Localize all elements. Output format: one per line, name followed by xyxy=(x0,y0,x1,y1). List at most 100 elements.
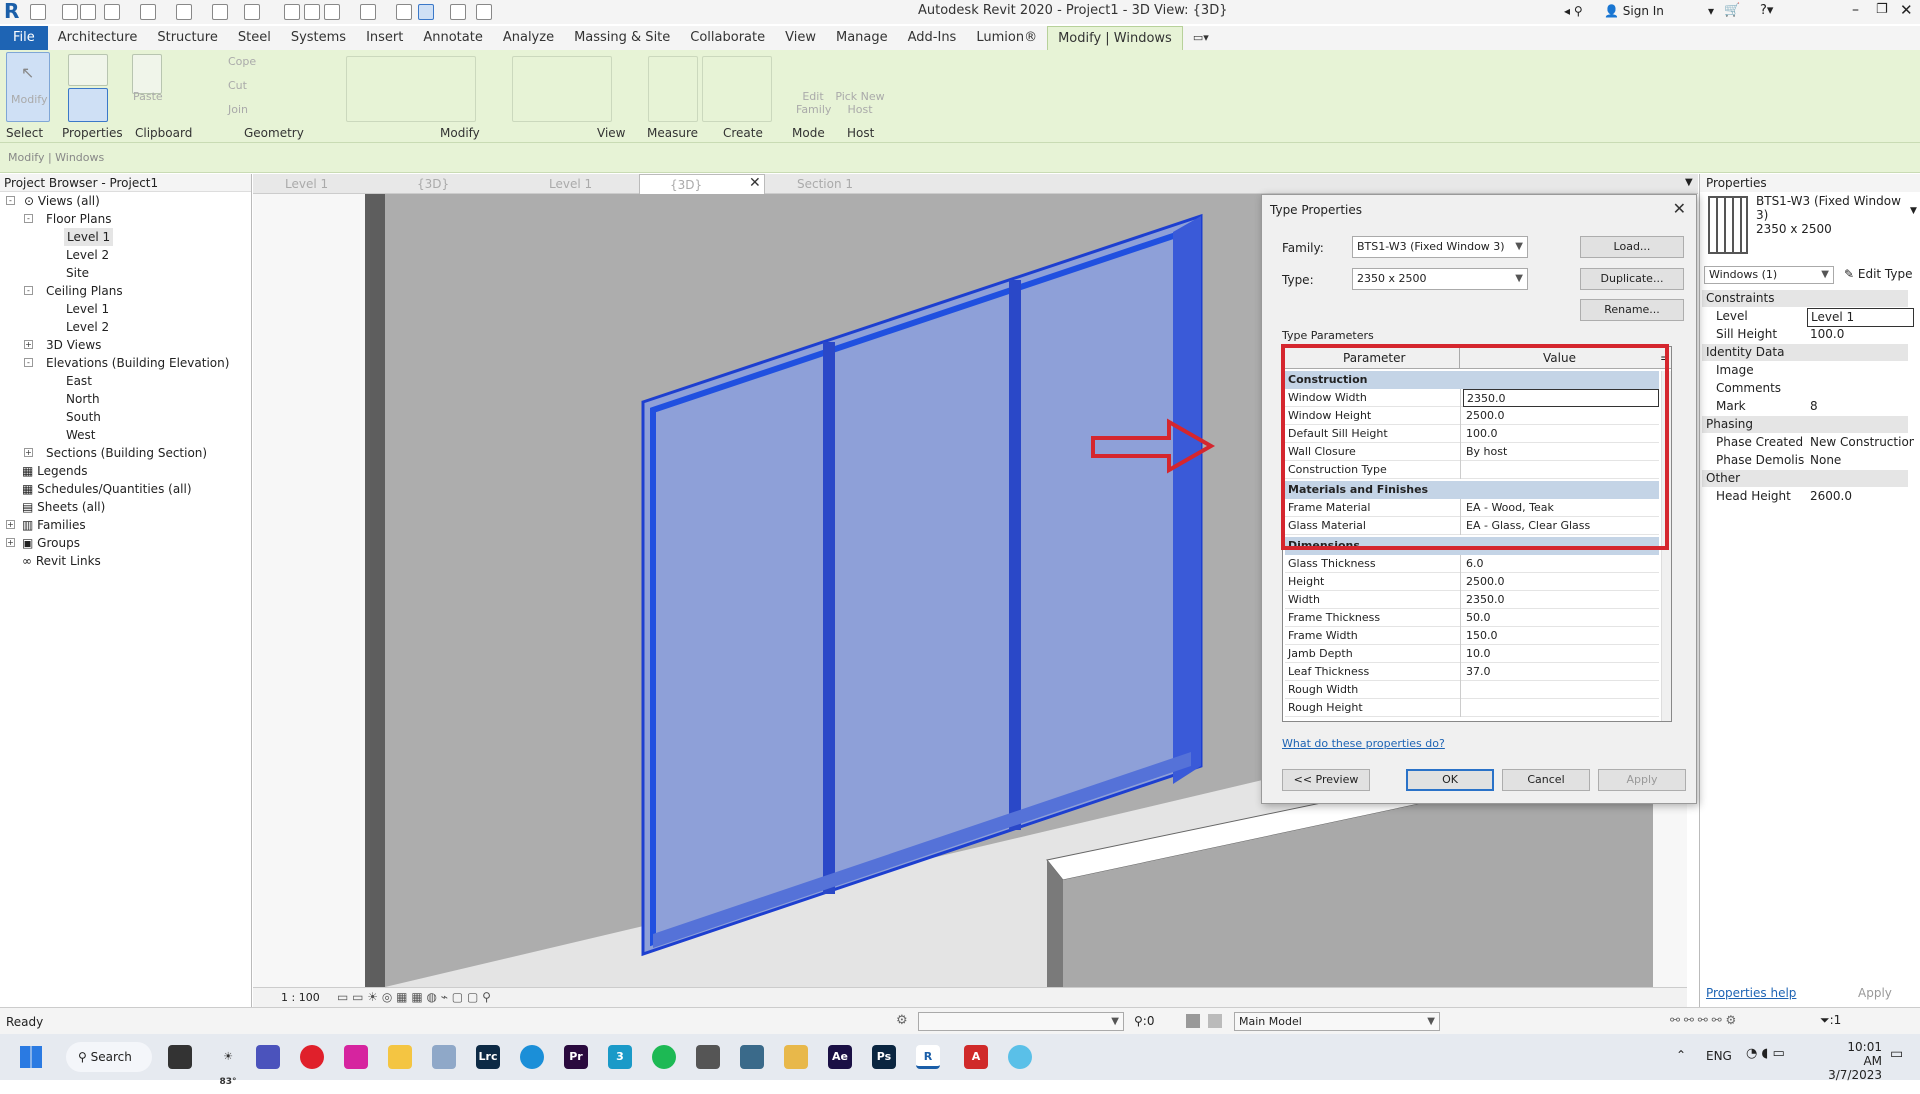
tab-level-1-b[interactable]: Level 1 xyxy=(519,174,649,194)
group-constraints[interactable]: Constraints xyxy=(1702,290,1908,307)
section-construction[interactable]: Construction xyxy=(1285,371,1659,389)
tree-floor-level-1[interactable]: Level 1 xyxy=(64,228,114,246)
language-indicator[interactable]: ENG xyxy=(1706,1049,1732,1063)
equals-icon[interactable]: = xyxy=(1659,347,1671,369)
ok-button[interactable]: OK xyxy=(1406,769,1494,791)
media-icon[interactable] xyxy=(784,1045,808,1069)
revit-logo[interactable]: R xyxy=(4,1,22,22)
open-icon[interactable] xyxy=(30,4,46,20)
paste-button[interactable] xyxy=(132,54,162,94)
tree-ceiling-level-1[interactable]: Level 1 xyxy=(66,300,109,318)
tab-level-1[interactable]: Level 1 xyxy=(255,174,385,194)
tree-elevations[interactable]: Elevations (Building Elevation) xyxy=(46,354,229,372)
tab-collaborate[interactable]: Collaborate xyxy=(680,26,775,50)
param-leaf-thickness-value[interactable]: 37.0 xyxy=(1463,663,1659,681)
max-icon[interactable]: 3 xyxy=(608,1045,632,1069)
expand-icon[interactable]: + xyxy=(6,520,15,529)
modify-tools-group[interactable] xyxy=(346,56,476,122)
restore-icon[interactable]: ❐ xyxy=(1876,2,1888,17)
tree-families[interactable]: ▥ Families xyxy=(22,516,86,534)
section-dimensions[interactable]: Dimensions xyxy=(1285,537,1659,555)
editable-only-icon[interactable]: ⚲:0 xyxy=(1134,1014,1154,1028)
tab-architecture[interactable]: Architecture xyxy=(48,26,148,50)
prop-level-value[interactable]: Level 1 xyxy=(1807,308,1914,327)
expand-icon[interactable]: + xyxy=(6,538,15,547)
tab-view[interactable]: View xyxy=(775,26,826,50)
tab-3d-active[interactable]: {3D} xyxy=(639,174,765,194)
join-label[interactable]: Join xyxy=(228,103,248,116)
app-icon[interactable] xyxy=(696,1045,720,1069)
view-control-icons[interactable]: ▭ ▭ ☀ ◎ ▦ ▦ ◍ ⌁ ▢ ▢ ⚲ xyxy=(337,990,491,1004)
tab-structure[interactable]: Structure xyxy=(147,26,227,50)
tree-west[interactable]: West xyxy=(66,426,96,444)
tray-chevron-icon[interactable]: ⌃ xyxy=(1676,1048,1686,1062)
properties-help-link[interactable]: Properties help xyxy=(1706,986,1796,1000)
tree-sheets[interactable]: ▤ Sheets (all) xyxy=(22,498,105,516)
teams-icon[interactable] xyxy=(256,1045,280,1069)
collapse-icon[interactable]: - xyxy=(24,286,33,295)
tab-massing-site[interactable]: Massing & Site xyxy=(564,26,680,50)
edge-icon[interactable] xyxy=(520,1045,544,1069)
photoshop-icon[interactable]: Ps xyxy=(872,1045,896,1069)
file-explorer-icon[interactable] xyxy=(388,1045,412,1069)
edit-family-button[interactable]: Edit Family xyxy=(796,90,831,116)
group-other[interactable]: Other xyxy=(1702,470,1908,487)
collapse-icon[interactable]: - xyxy=(24,358,33,367)
expand-icon[interactable]: + xyxy=(24,340,33,349)
worksets-icon[interactable]: ⚙ xyxy=(896,1013,908,1028)
modify-button[interactable]: ↖ Modify xyxy=(6,52,50,122)
dimension-icon[interactable] xyxy=(284,4,300,20)
save-icon[interactable] xyxy=(80,4,96,20)
redo-icon[interactable] xyxy=(176,4,192,20)
grid-scrollbar[interactable] xyxy=(1661,371,1671,721)
expand-icon[interactable]: + xyxy=(24,448,33,457)
family-select[interactable]: BTS1-W3 (Fixed Window 3) ▼ xyxy=(1352,236,1528,258)
tab-modify-windows[interactable]: Modify | Windows xyxy=(1047,26,1183,50)
design-options-icon[interactable] xyxy=(1186,1014,1200,1028)
tag-icon[interactable] xyxy=(304,4,320,20)
tab-insert[interactable]: Insert xyxy=(356,26,413,50)
help-link[interactable]: What do these properties do? xyxy=(1282,737,1445,750)
text-icon[interactable] xyxy=(324,4,340,20)
param-window-height-value[interactable]: 2500.0 xyxy=(1463,407,1659,425)
cart-icon[interactable]: 🛒 xyxy=(1724,3,1740,18)
premiere-icon[interactable]: Pr xyxy=(564,1045,588,1069)
group-identity-data[interactable]: Identity Data xyxy=(1702,344,1908,361)
load-button[interactable]: Load... xyxy=(1580,236,1684,258)
param-jamb-depth-value[interactable]: 10.0 xyxy=(1463,645,1659,663)
type-properties-button[interactable] xyxy=(68,54,108,86)
panel-select[interactable]: Select xyxy=(6,126,43,140)
notification-icon[interactable]: ▭ xyxy=(1890,1046,1903,1062)
lightroom-icon[interactable]: Lrc xyxy=(476,1045,500,1069)
filter-icon[interactable]: ⏷:1 xyxy=(1820,1013,1841,1028)
type-select[interactable]: 2350 x 2500 ▼ xyxy=(1352,268,1528,290)
param-width-value[interactable]: 2350.0 xyxy=(1463,591,1659,609)
duplicate-button[interactable]: Duplicate... xyxy=(1580,268,1684,290)
app-icon-2[interactable] xyxy=(740,1045,764,1069)
dropdown-icon[interactable]: ▾ xyxy=(1708,4,1714,18)
prop-mark-value[interactable]: 8 xyxy=(1807,398,1914,415)
photos-icon[interactable] xyxy=(432,1045,456,1069)
param-wall-closure-value[interactable]: By host xyxy=(1463,443,1659,461)
thin-lines-icon[interactable] xyxy=(418,4,434,20)
instagram-icon[interactable] xyxy=(344,1045,368,1069)
revit-taskbar-icon[interactable]: R xyxy=(916,1045,940,1069)
cancel-button[interactable]: Cancel xyxy=(1502,769,1590,791)
collapse-icon[interactable]: - xyxy=(6,196,15,205)
preview-button[interactable]: << Preview xyxy=(1282,769,1370,791)
collapse-icon[interactable]: - xyxy=(24,214,33,223)
tab-3d[interactable]: {3D} xyxy=(387,174,517,194)
switch-windows-icon[interactable] xyxy=(476,4,492,20)
opera-icon[interactable] xyxy=(300,1045,324,1069)
measure-icon[interactable] xyxy=(244,4,260,20)
param-frame-width-value[interactable]: 150.0 xyxy=(1463,627,1659,645)
view-scale[interactable]: 1 : 100 xyxy=(281,991,320,1004)
section-materials[interactable]: Materials and Finishes xyxy=(1285,481,1659,499)
autocad-icon[interactable]: A xyxy=(964,1045,988,1069)
tree-revit-links[interactable]: ∞ Revit Links xyxy=(22,552,101,570)
print-icon[interactable] xyxy=(212,4,228,20)
tree-groups[interactable]: ▣ Groups xyxy=(22,534,80,552)
close-hidden-icon[interactable] xyxy=(450,4,466,20)
cope-label[interactable]: Cope xyxy=(228,55,256,68)
type-selector-icon[interactable]: ▼ xyxy=(1910,206,1917,216)
